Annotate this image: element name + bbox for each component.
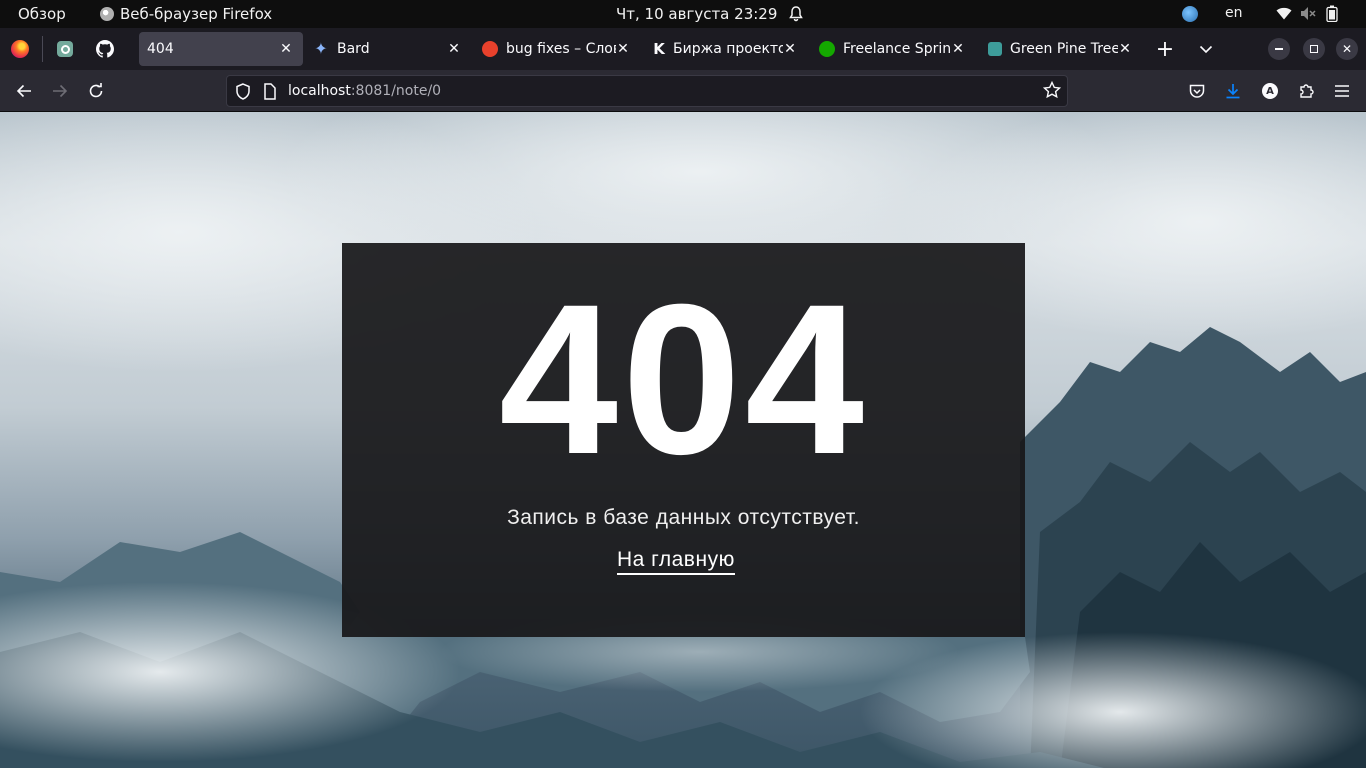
github-icon bbox=[96, 40, 114, 58]
bard-sparkle-icon: ✦ bbox=[314, 39, 328, 58]
tab-label: 404 bbox=[147, 41, 174, 57]
tab-label: Bard bbox=[337, 41, 370, 57]
system-top-bar: Обзор Веб-браузер Firefox Чт, 10 августа… bbox=[0, 0, 1366, 28]
translator-icon bbox=[482, 41, 498, 57]
chevron-down-icon bbox=[1199, 45, 1213, 54]
app-name: Веб-браузер Firefox bbox=[120, 5, 273, 23]
list-all-tabs-button[interactable] bbox=[1192, 32, 1220, 66]
system-tray[interactable]: en bbox=[1166, 0, 1366, 28]
reload-button[interactable] bbox=[82, 77, 110, 105]
keyboard-layout[interactable]: en bbox=[1225, 5, 1243, 21]
tab-freelance-spring[interactable]: Freelance Spring ✕ bbox=[819, 32, 971, 66]
image-site-icon bbox=[988, 42, 1002, 56]
restore-button[interactable] bbox=[1303, 38, 1325, 60]
tab-project-exchange[interactable]: K Биржа проектов ✕ bbox=[651, 32, 803, 66]
hamburger-menu-icon bbox=[1335, 85, 1349, 97]
tab-label: bug fixes – Слова bbox=[506, 41, 616, 57]
navigation-toolbar: localhost:8081/note/0 A bbox=[0, 70, 1366, 112]
close-tab-icon[interactable]: ✕ bbox=[783, 41, 797, 57]
firefox-icon bbox=[11, 40, 29, 58]
restore-icon bbox=[1310, 45, 1318, 53]
download-icon bbox=[1226, 84, 1240, 99]
wifi-icon bbox=[1276, 7, 1292, 20]
puzzle-icon bbox=[1300, 84, 1314, 98]
tab-404[interactable]: 404 ✕ bbox=[139, 32, 303, 66]
weather-icon bbox=[1182, 6, 1198, 22]
tab-green-pine-trees[interactable]: Green Pine Trees ✕ bbox=[988, 32, 1138, 66]
error-message: Запись в базе данных отсутствует. bbox=[507, 506, 860, 529]
url-path: :8081/note/0 bbox=[350, 83, 442, 99]
tab-divider bbox=[42, 36, 43, 62]
account-avatar-icon: A bbox=[1262, 83, 1278, 99]
new-tab-button[interactable]: + bbox=[1151, 32, 1179, 66]
close-tab-icon[interactable]: ✕ bbox=[951, 41, 965, 57]
activities-button[interactable]: Обзор bbox=[18, 5, 66, 23]
shield-icon[interactable] bbox=[235, 83, 251, 100]
error-code: 404 bbox=[498, 260, 869, 499]
tab-label: Green Pine Trees bbox=[1010, 41, 1118, 57]
tab-bard[interactable]: ✦ Bard ✕ bbox=[313, 32, 467, 66]
battery-icon bbox=[1326, 5, 1338, 22]
pocket-button[interactable] bbox=[1183, 77, 1211, 105]
home-link[interactable]: На главную bbox=[617, 548, 735, 575]
firefox-view-button[interactable] bbox=[3, 32, 37, 66]
minimize-button[interactable] bbox=[1268, 38, 1290, 60]
firefox-app-icon bbox=[100, 7, 114, 21]
close-tab-icon[interactable]: ✕ bbox=[279, 41, 293, 57]
kwork-k-icon: K bbox=[653, 40, 665, 58]
app-menu-button[interactable] bbox=[1328, 77, 1356, 105]
url-text[interactable]: localhost:8081/note/0 bbox=[288, 83, 441, 99]
arrow-left-icon bbox=[16, 84, 31, 98]
chatgpt-icon bbox=[57, 41, 73, 57]
extensions-button[interactable] bbox=[1292, 77, 1320, 105]
close-tab-icon[interactable]: ✕ bbox=[1118, 41, 1132, 57]
tab-label: Freelance Spring bbox=[843, 41, 951, 57]
close-window-button[interactable]: ✕ bbox=[1336, 38, 1358, 60]
tab-bug-fixes[interactable]: bug fixes – Слова ✕ bbox=[482, 32, 636, 66]
back-button[interactable] bbox=[10, 77, 38, 105]
reload-icon bbox=[89, 83, 103, 98]
error-panel: 404 Запись в базе данных отсутствует. На… bbox=[342, 243, 1025, 637]
tab-strip: 404 ✕ ✦ Bard ✕ bug fixes – Слова ✕ K Бир… bbox=[0, 28, 1366, 70]
clock[interactable]: Чт, 10 августа 23:29 bbox=[616, 5, 804, 23]
pinned-tab-github[interactable] bbox=[88, 32, 122, 66]
app-menu[interactable]: Веб-браузер Firefox bbox=[100, 5, 272, 23]
bell-icon bbox=[789, 6, 804, 22]
close-tab-icon[interactable]: ✕ bbox=[616, 41, 630, 57]
tab-label: Биржа проектов bbox=[673, 41, 783, 57]
url-host: localhost bbox=[288, 83, 351, 99]
datetime: Чт, 10 августа 23:29 bbox=[616, 5, 778, 23]
address-bar[interactable]: localhost:8081/note/0 bbox=[226, 75, 1068, 107]
volume-muted-icon bbox=[1301, 7, 1316, 20]
account-button[interactable]: A bbox=[1256, 77, 1284, 105]
page-content: 404 Запись в базе данных отсутствует. На… bbox=[0, 112, 1366, 768]
downloads-button[interactable] bbox=[1219, 77, 1247, 105]
close-tab-icon[interactable]: ✕ bbox=[447, 41, 461, 57]
bookmark-star-icon[interactable] bbox=[1043, 81, 1061, 99]
page-info-icon[interactable] bbox=[263, 83, 277, 100]
upwork-icon bbox=[819, 41, 835, 57]
minimize-icon bbox=[1275, 48, 1283, 50]
pinned-tab-chatgpt[interactable] bbox=[48, 32, 82, 66]
arrow-right-icon bbox=[53, 84, 68, 98]
pocket-icon bbox=[1189, 84, 1205, 98]
forward-button[interactable] bbox=[46, 77, 74, 105]
close-icon: ✕ bbox=[1341, 42, 1353, 56]
